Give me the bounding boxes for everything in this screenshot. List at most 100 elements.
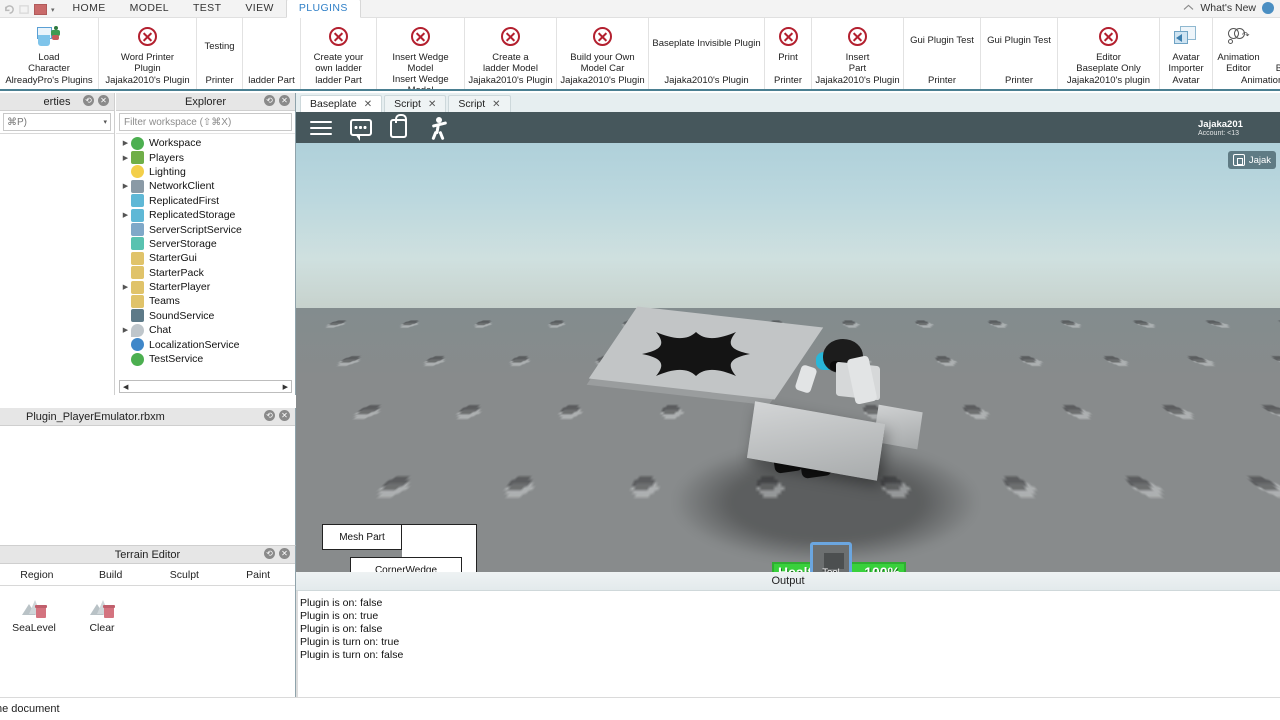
redo-icon[interactable]	[19, 4, 30, 15]
close-icon[interactable]: ✕	[492, 99, 500, 110]
scroll-left-arrow-icon[interactable]: ◀	[120, 383, 131, 391]
expand-arrow-icon[interactable]: ▶	[120, 139, 131, 147]
ribbon-item-rig-builder[interactable]: Rig Builder	[1265, 18, 1280, 74]
tab-plugins[interactable]: PLUGINS	[285, 0, 361, 18]
explorer-item-players[interactable]: ▶ Players	[116, 150, 295, 165]
explorer-item-startergui[interactable]: ▶ StarterGui	[116, 251, 295, 265]
home-icon[interactable]	[1183, 4, 1194, 13]
whats-new-link[interactable]: What's New	[1200, 2, 1256, 14]
explorer-item-serverstorage[interactable]: ▶ ServerStorage	[116, 237, 295, 251]
ribbon-item-label: Create your own ladder	[313, 52, 364, 74]
explorer-item-workspace[interactable]: ▶ Workspace	[116, 136, 295, 150]
roblox-account-chip[interactable]: Jajak	[1227, 151, 1276, 169]
close-icon[interactable]: ✕	[279, 410, 290, 421]
output-line: Plugin is on: true	[300, 610, 379, 622]
ribbon-item-avatar-importer[interactable]: Avatar Importer	[1161, 18, 1212, 74]
ribbon-group-alreadypro: Load Character AlreadyPro's Plugins	[0, 18, 99, 89]
terrain-editor-panel: Terrain Editor ⟲ ✕ Region Build Sculpt P…	[0, 545, 296, 697]
close-icon[interactable]: ✕	[364, 99, 372, 110]
tab-test[interactable]: TEST	[181, 0, 233, 17]
explorer-item-serverscriptservice[interactable]: ▶ ServerScriptService	[116, 222, 295, 237]
menu-icon[interactable]	[310, 117, 332, 139]
document-tab-baseplate[interactable]: Baseplate ✕	[300, 95, 383, 112]
restore-icon[interactable]: ⟲	[264, 95, 275, 106]
expand-arrow-icon[interactable]: ▶	[120, 326, 131, 334]
load-character-icon	[37, 23, 61, 50]
explorer-item-testservice[interactable]: ▶ TestService	[116, 352, 295, 366]
expand-arrow-icon[interactable]: ▶	[120, 154, 131, 162]
ribbon-item-gui-plugin-test-1[interactable]: Gui Plugin Test	[905, 18, 980, 60]
tab-model[interactable]: MODEL	[118, 0, 181, 17]
terrain-tab-region[interactable]: Region	[0, 564, 74, 585]
tab-home[interactable]: HOME	[61, 0, 118, 17]
color-swatch-icon[interactable]	[34, 4, 47, 15]
ribbon-item-word-printer-plugin[interactable]: Word Printer Plugin	[99, 18, 197, 74]
expand-arrow-icon[interactable]: ▶	[120, 283, 131, 291]
ribbon-item-create-a-ladder-model[interactable]: Create a ladder Model	[466, 18, 556, 74]
terrain-tab-sculpt[interactable]: Sculpt	[148, 564, 222, 585]
ribbon-group-create-ladder: Create your own ladder ladder Part	[301, 18, 377, 89]
ribbon-item-insert-part[interactable]: Insert Part	[813, 18, 903, 74]
ribbon-item-animation-editor[interactable]: ↷ Animation Editor	[1213, 18, 1265, 74]
close-icon[interactable]: ✕	[279, 95, 290, 106]
explorer-item-lighting[interactable]: ▶ Lighting	[116, 165, 295, 179]
restore-icon[interactable]: ⟲	[264, 548, 275, 559]
expand-arrow-icon: ▶	[120, 254, 131, 262]
explorer-item-starterplayer[interactable]: ▶ StarterPlayer	[116, 280, 295, 294]
explorer-item-localizationservice[interactable]: ▶ LocalizationService	[116, 337, 295, 352]
tab-view[interactable]: VIEW	[233, 0, 285, 17]
terrain-tab-paint[interactable]: Paint	[221, 564, 295, 585]
terrain-tab-build[interactable]: Build	[74, 564, 148, 585]
tool-slot-button[interactable]: Tool	[810, 542, 852, 572]
ribbon-item-create-your-own-ladder[interactable]: Create your own ladder	[302, 18, 376, 74]
terrain-tool-clear[interactable]: Clear	[78, 598, 126, 634]
emote-icon[interactable]	[430, 116, 452, 140]
expand-arrow-icon[interactable]: ▶	[120, 182, 131, 190]
expand-arrow-icon: ▶	[120, 341, 131, 349]
customize-caret-icon[interactable]: ▾	[51, 6, 55, 14]
explorer-item-teams[interactable]: ▶ Teams	[116, 294, 295, 308]
explorer-horizontal-scrollbar[interactable]: ◀ ▶	[119, 380, 292, 393]
expand-arrow-icon[interactable]: ▶	[120, 211, 131, 219]
ribbon-item-build-your-own-model-car[interactable]: Build your Own Model Car	[558, 18, 648, 74]
ribbon-item-editor-baseplate-only[interactable]: Editor Baseplate Only	[1059, 18, 1159, 74]
output-log[interactable]: Plugin is on: false Plugin is on: true P…	[296, 591, 1280, 662]
restore-icon[interactable]: ⟲	[83, 95, 94, 106]
properties-filter-input[interactable]: ⌘P) ▾	[3, 113, 111, 131]
close-icon[interactable]: ✕	[279, 548, 290, 559]
explorer-item-label: Players	[149, 151, 185, 164]
scroll-right-arrow-icon[interactable]: ▶	[280, 383, 291, 391]
backpack-icon[interactable]	[390, 113, 412, 139]
explorer-item-soundservice[interactable]: ▶ SoundService	[116, 309, 295, 323]
explorer-item-starterpack[interactable]: ▶ StarterPack	[116, 266, 295, 280]
explorer-filter-input[interactable]: Filter workspace (⇧⌘X)	[119, 113, 292, 131]
chevron-down-icon[interactable]: ▾	[103, 118, 107, 126]
explorer-item-replicatedstorage[interactable]: ▶ ReplicatedStorage	[116, 208, 295, 222]
insert-object-context-menu[interactable]: Mesh Part CornerWedge	[322, 524, 477, 572]
ribbon-item-print[interactable]: Print	[766, 18, 811, 63]
explorer-item-label: StarterPack	[149, 266, 204, 279]
explorer-item-networkclient[interactable]: ▶ NetworkClient	[116, 179, 295, 193]
document-tab-script-1[interactable]: Script ✕	[384, 95, 447, 112]
ribbon-item-load-character[interactable]: Load Character	[0, 18, 98, 74]
undo-icon[interactable]	[4, 4, 15, 15]
restore-icon[interactable]: ⟲	[264, 410, 275, 421]
game-viewport[interactable]: Jajaka201 Account: <13 Jajak Mesh Part C…	[296, 112, 1280, 572]
context-menu-item-mesh-part[interactable]: Mesh Part	[322, 524, 402, 550]
close-icon[interactable]: ✕	[428, 99, 436, 110]
account-globe-icon[interactable]	[1262, 2, 1274, 14]
explorer-item-replicatedfirst[interactable]: ▶ ReplicatedFirst	[116, 194, 295, 208]
explorer-item-chat[interactable]: ▶ Chat	[116, 323, 295, 337]
terrain-tool-sealevel[interactable]: SeaLevel	[10, 598, 58, 634]
close-icon[interactable]: ✕	[98, 95, 109, 106]
ribbon-item-baseplate-invisible-plugin[interactable]: Baseplate Invisible Plugin	[650, 18, 764, 66]
document-tab-script-2[interactable]: Script ✕	[448, 95, 511, 112]
context-menu-item-cornerwedge[interactable]: CornerWedge	[350, 557, 462, 572]
explorer-item-label: Chat	[149, 324, 172, 337]
ribbon-group-gui-plugin-test-2: Gui Plugin Test Printer	[981, 18, 1058, 89]
chat-icon[interactable]	[350, 117, 372, 141]
ribbon-item-insert-wedge-model[interactable]: Insert Wedge Model	[378, 18, 464, 74]
ribbon-item-testing[interactable]: Testing	[191, 18, 249, 52]
ribbon-item-empty[interactable]	[243, 18, 301, 23]
ribbon-item-gui-plugin-test-2[interactable]: Gui Plugin Test	[982, 18, 1057, 60]
